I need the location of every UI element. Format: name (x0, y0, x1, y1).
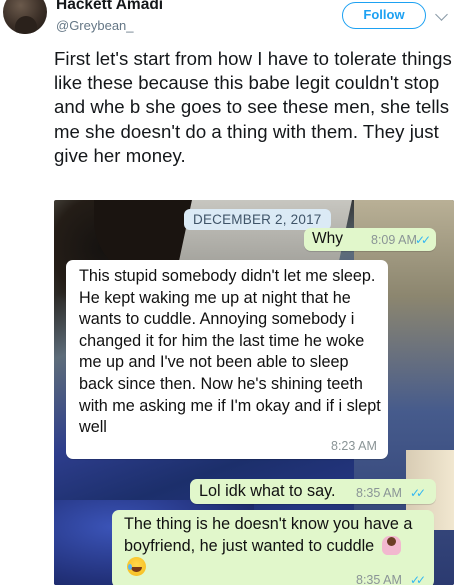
message-text: Why (312, 230, 343, 247)
message-text: The thing is he doesn't know you have a … (124, 515, 413, 555)
date-chip: DECEMBER 2, 2017 (184, 209, 331, 230)
avatar[interactable] (3, 0, 47, 34)
display-name[interactable]: Hackett Amadi (56, 0, 163, 14)
message-time: 8:09 AM (371, 233, 417, 247)
message-text: This stupid somebody didn't let me sleep… (79, 267, 381, 437)
message-bubble-incoming: This stupid somebody didn't let me sleep… (66, 260, 388, 459)
face-with-tears-of-joy-icon (127, 557, 146, 577)
double-check-read-icon: ✓✓ (410, 486, 426, 500)
message-bubble-outgoing: The thing is he doesn't know you have a … (112, 510, 434, 585)
message-text: Lol idk what to say. (199, 482, 336, 500)
tweet-text: First let's start from how I have to tol… (54, 48, 452, 166)
double-check-read-icon: ✓✓ (410, 573, 426, 585)
chevron-down-icon[interactable] (435, 8, 448, 21)
tweet-header: Hackett Amadi @Greybean_ Follow (0, 0, 474, 40)
message-time: 8:35 AM (356, 573, 402, 585)
double-check-read-icon: ✓✓ (415, 233, 431, 247)
tweet-media-image[interactable]: DECEMBER 2, 2017 Why 8:09 AM ✓✓ This stu… (54, 200, 454, 585)
message-time: 8:23 AM (331, 439, 377, 453)
follow-button[interactable]: Follow (342, 2, 426, 29)
message-time: 8:35 AM (356, 486, 402, 500)
message-bubble-outgoing: Why 8:09 AM ✓✓ (304, 228, 436, 251)
user-handle[interactable]: @Greybean_ (56, 18, 134, 33)
message-bubble-outgoing: Lol idk what to say. 8:35 AM ✓✓ (190, 479, 436, 504)
person-shrugging-icon (381, 535, 401, 555)
